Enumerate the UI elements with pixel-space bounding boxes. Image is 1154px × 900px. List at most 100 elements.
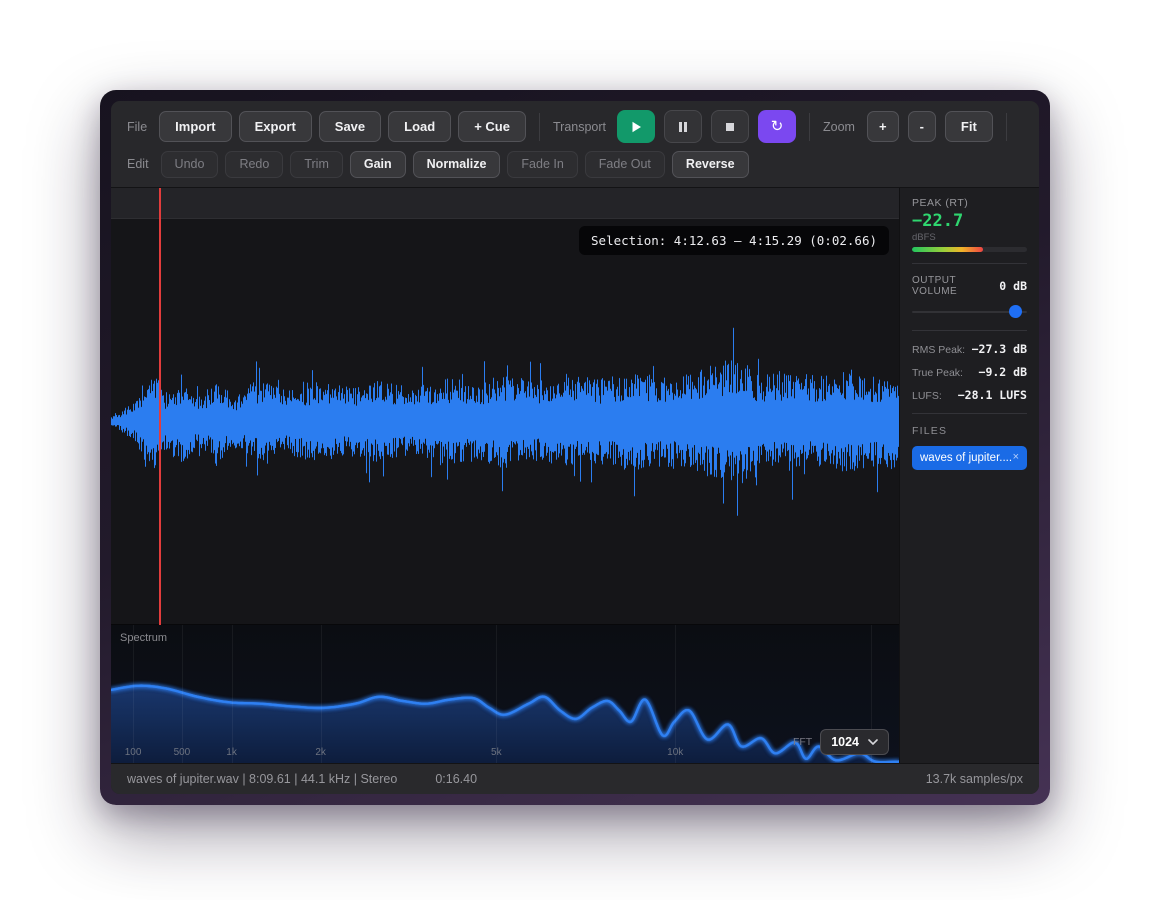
stat-row: RMS Peak: −27.3 dB [912, 342, 1027, 356]
freq-tick-label: 1k [226, 747, 237, 758]
app-window: File ImportExportSaveLoad+ Cue Transport… [100, 90, 1050, 805]
output-volume-slider[interactable] [912, 305, 1027, 319]
cue-button[interactable]: + Cue [458, 111, 526, 142]
-button[interactable]: + [867, 111, 899, 142]
stat-value: −27.3 dB [972, 342, 1027, 356]
load-button[interactable]: Load [388, 111, 451, 142]
sidebar-divider [912, 413, 1027, 414]
file-chip[interactable]: waves of jupiter....× [912, 446, 1027, 470]
edit-menu-label: Edit [127, 157, 149, 171]
sidebar-divider [912, 330, 1027, 331]
gain-button[interactable]: Gain [350, 151, 406, 178]
stat-row: LUFS: −28.1 LUFS [912, 388, 1027, 402]
loop-button[interactable]: ↻ [758, 110, 796, 143]
fft-size-select[interactable]: 1024 [820, 729, 889, 755]
spectrum-canvas [111, 625, 899, 763]
peak-meter [912, 247, 1027, 252]
spectrum-title: Spectrum [120, 632, 167, 644]
loudness-stats: RMS Peak: −27.3 dB True Peak: −9.2 dB LUFS: −… [912, 342, 1027, 402]
loop-icon: ↻ [771, 119, 784, 134]
peak-unit: dBFS [912, 232, 1027, 243]
spectrum-gridline [232, 625, 233, 763]
status-bar: waves of jupiter.wav | 8:09.61 | 44.1 kH… [111, 763, 1039, 794]
spectrum-gridline [133, 625, 134, 763]
play-icon [629, 120, 643, 134]
audio-editor-app: File ImportExportSaveLoad+ Cue Transport… [111, 101, 1039, 794]
freq-tick-label: 10k [667, 747, 683, 758]
close-icon[interactable]: × [1013, 452, 1019, 463]
transport-button-group: ↻ [617, 110, 796, 143]
output-volume-label: OUTPUT VOLUME [912, 275, 999, 297]
pause-button[interactable] [664, 110, 702, 143]
files-list: waves of jupiter....× [912, 446, 1027, 470]
spectrum-gridline [675, 625, 676, 763]
export-button[interactable]: Export [239, 111, 312, 142]
sidebar-divider [912, 263, 1027, 264]
output-volume-row: OUTPUT VOLUME 0 dB [912, 275, 1027, 297]
samples-per-px: 13.7k samples/px [926, 772, 1023, 786]
fft-label: FFT [793, 736, 812, 748]
import-button[interactable]: Import [159, 111, 231, 142]
trim-button[interactable]: Trim [290, 151, 343, 178]
timeline-ruler[interactable] [111, 188, 899, 219]
freq-tick-label: 100 [125, 747, 142, 758]
spectrum-gridline [321, 625, 322, 763]
editor-column: Selection: 4:12.63 — 4:15.29 (0:02.66) 1… [111, 188, 899, 764]
output-volume-value: 0 dB [999, 279, 1027, 293]
file-info-text: waves of jupiter.wav | 8:09.61 | 44.1 kH… [127, 772, 397, 786]
zoom-label: Zoom [823, 120, 855, 134]
waveform-panel[interactable] [111, 219, 899, 625]
freq-tick-label: 500 [174, 747, 191, 758]
peak-value: −22.7 [912, 211, 1027, 231]
undo-button[interactable]: Undo [161, 151, 219, 178]
normalize-button[interactable]: Normalize [413, 151, 501, 178]
toolbar-row-file: File ImportExportSaveLoad+ Cue Transport… [127, 110, 1023, 143]
selection-badge: Selection: 4:12.63 — 4:15.29 (0:02.66) [579, 226, 889, 255]
toolbar: File ImportExportSaveLoad+ Cue Transport… [111, 101, 1039, 188]
stat-label: LUFS: [912, 390, 942, 402]
zoom-button-group: +-Fit [867, 111, 993, 142]
spectrum-gridline [496, 625, 497, 763]
chevron-down-icon [868, 739, 878, 745]
stop-icon [725, 122, 735, 132]
freq-tick-label: 2k [315, 747, 326, 758]
toolbar-row-edit: Edit UndoRedo Trim Gain NormalizeFade In Fad… [127, 151, 1023, 178]
toolbar-divider [539, 113, 540, 141]
waveform-canvas[interactable] [111, 219, 899, 625]
stat-label: RMS Peak: [912, 344, 965, 356]
peak-meter-fill [912, 247, 983, 252]
play-button[interactable] [617, 110, 655, 143]
stat-label: True Peak: [912, 367, 963, 379]
stop-button[interactable] [711, 110, 749, 143]
fade-out-button[interactable]: Fade Out [585, 151, 665, 178]
spectrum-panel: 1005001k2k5k10k20k Spectrum FFT 1024 [111, 624, 899, 763]
pause-icon [677, 121, 689, 133]
fit-button[interactable]: Fit [945, 111, 993, 142]
playback-time: 0:16.40 [435, 772, 477, 786]
toolbar-divider [1006, 113, 1007, 141]
stat-value: −9.2 dB [979, 365, 1027, 379]
-button[interactable]: - [908, 111, 936, 142]
fft-size-value: 1024 [831, 735, 859, 749]
files-header: FILES [912, 425, 1027, 437]
redo-button[interactable]: Redo [225, 151, 283, 178]
toolbar-divider [809, 113, 810, 141]
freq-tick-label: 5k [491, 747, 502, 758]
meter-sidebar: PEAK (RT) −22.7 dBFS OUTPUT VOLUME 0 dB … [899, 188, 1039, 764]
edit-button-group: UndoRedo Trim Gain NormalizeFade In Fade Out… [161, 151, 749, 178]
stat-value: −28.1 LUFS [958, 388, 1027, 402]
spectrum-gridline [182, 625, 183, 763]
stat-row: True Peak: −9.2 dB [912, 365, 1027, 379]
fft-control: FFT 1024 [793, 729, 889, 755]
status-left: waves of jupiter.wav | 8:09.61 | 44.1 kH… [127, 772, 477, 786]
fade-in-button[interactable]: Fade In [507, 151, 577, 178]
file-chip-name: waves of jupiter.... [920, 452, 1012, 464]
file-button-group: Import ExportSaveLoad+ Cue [159, 111, 526, 142]
playhead-cursor[interactable] [159, 188, 161, 626]
save-button[interactable]: Save [319, 111, 381, 142]
main-area: Selection: 4:12.63 — 4:15.29 (0:02.66) 1… [111, 188, 1039, 764]
transport-label: Transport [553, 120, 606, 134]
peak-label: PEAK (RT) [912, 197, 1027, 209]
slider-knob[interactable] [1009, 305, 1022, 318]
reverse-button[interactable]: Reverse [672, 151, 749, 178]
